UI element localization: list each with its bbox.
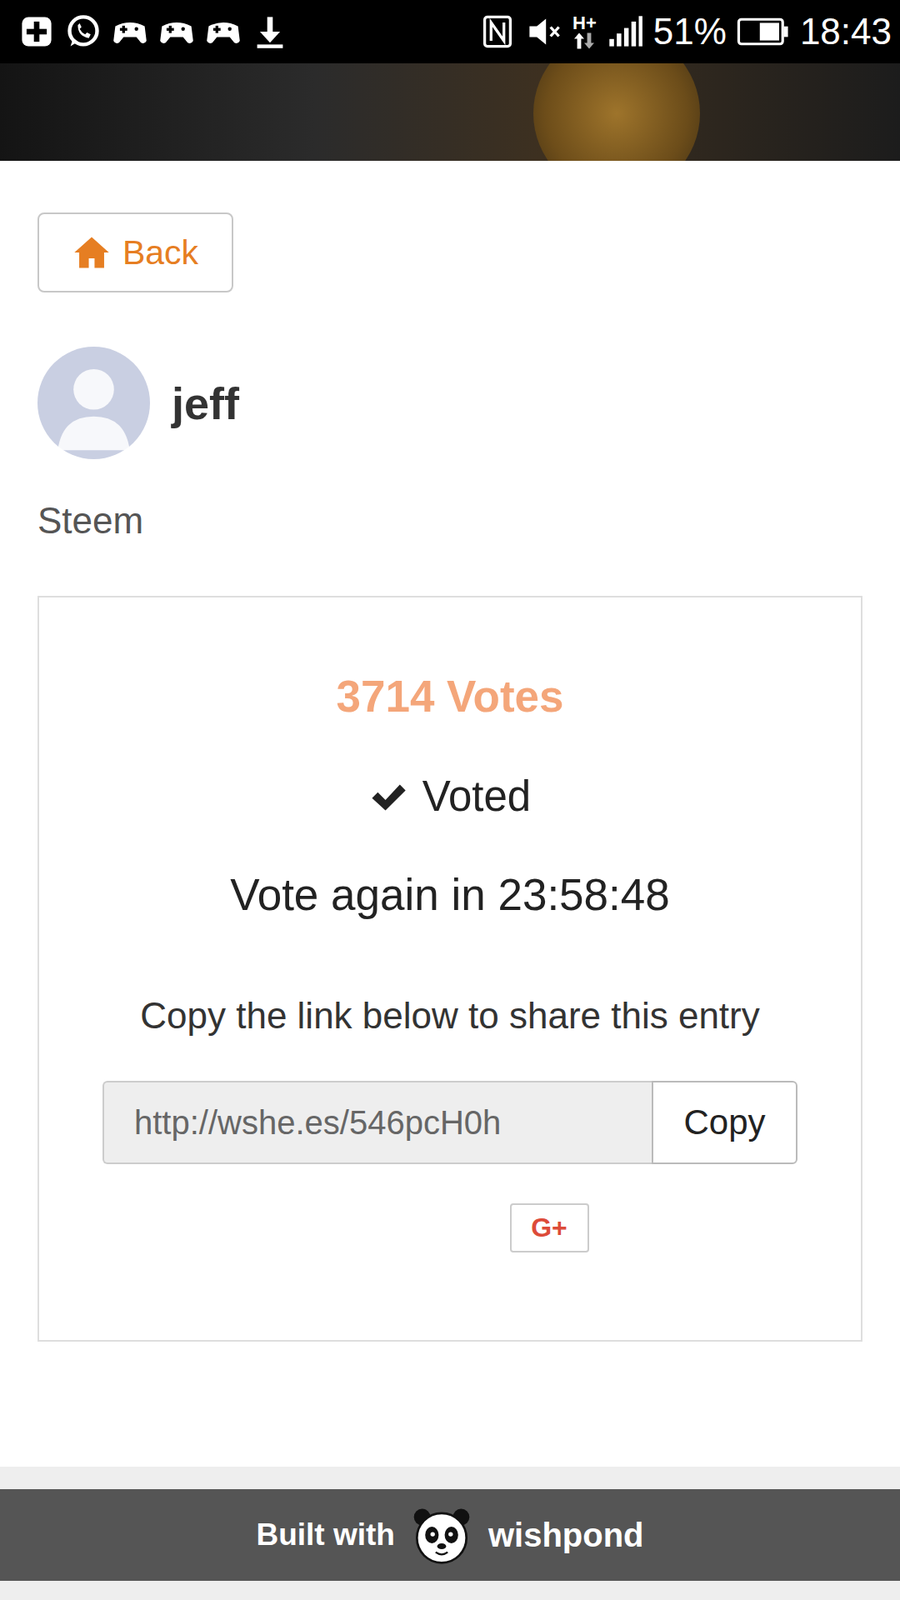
mute-icon (525, 13, 563, 50)
footer: Built with wishpond (0, 1466, 900, 1600)
social-buttons: G+ (311, 1203, 590, 1253)
gamepad-icon (158, 13, 195, 50)
battery-icon (736, 15, 790, 48)
home-icon (72, 235, 111, 270)
back-button[interactable]: Back (37, 212, 234, 293)
wishpond-brand: wishpond (488, 1516, 645, 1555)
signal-icon (606, 13, 644, 50)
clock: 18:43 (800, 10, 892, 53)
social-share-button[interactable]: G+ (510, 1203, 590, 1253)
gamepad-icon (111, 13, 149, 50)
built-with-label: Built with (255, 1517, 395, 1553)
system-status: H+ 51% 18:43 (479, 10, 892, 53)
footer-bar: Built with wishpond (0, 1489, 900, 1581)
coin-image (533, 63, 700, 161)
header-banner (0, 63, 900, 161)
page: H+ 51% 18:43 Back jeff Steem 3714 Votes … (0, 0, 900, 1600)
network-type: H+ (572, 14, 597, 50)
data-arrows-icon (574, 32, 595, 50)
share-link-row: http://wshe.es/546pcH0h Copy (102, 1080, 798, 1165)
battery-percent: 51% (653, 10, 727, 53)
vote-status: Voted (369, 770, 531, 823)
copy-button[interactable]: Copy (651, 1080, 798, 1165)
status-bar: H+ 51% 18:43 (0, 0, 900, 64)
plus-box-icon (18, 13, 55, 50)
share-link-field[interactable]: http://wshe.es/546pcH0h (102, 1080, 652, 1165)
entry-name: jeff (171, 377, 240, 430)
vote-countdown: Vote again in 23:58:48 (230, 867, 670, 923)
vote-count: 3714 Votes (335, 669, 564, 725)
entry-profile: jeff (37, 346, 863, 460)
vote-card: 3714 Votes Voted Vote again in 23:58:48 … (37, 595, 863, 1342)
avatar-icon (37, 346, 150, 460)
gamepad-icon (205, 13, 242, 50)
notification-icons (18, 13, 289, 50)
download-icon (251, 13, 289, 50)
panda-logo-icon (411, 1505, 472, 1565)
whatsapp-icon (65, 13, 102, 50)
entry-description: Steem (37, 497, 863, 545)
check-icon (369, 781, 408, 813)
share-prompt: Copy the link below to share this entry (140, 992, 760, 1040)
nfc-icon (479, 13, 516, 50)
content: Back jeff Steem 3714 Votes Voted Vote ag… (0, 160, 900, 1342)
